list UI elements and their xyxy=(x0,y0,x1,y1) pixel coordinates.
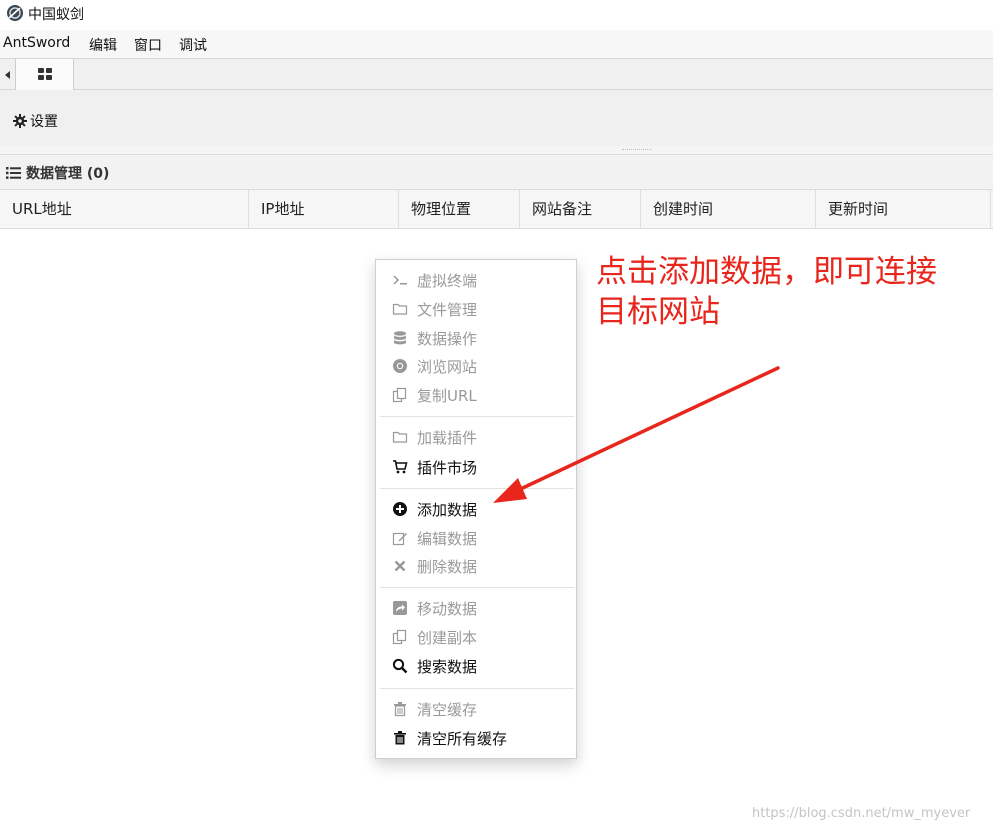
splitter-grip xyxy=(622,149,652,150)
search-icon xyxy=(392,658,408,674)
grid-header: URL地址 IP地址 物理位置 网站备注 创建时间 更新时间 xyxy=(0,190,993,229)
menu-item-move-data[interactable]: 移动数据 xyxy=(376,594,576,622)
gear-icon xyxy=(13,114,27,128)
menu-separator xyxy=(380,488,574,489)
plus-circle-icon xyxy=(393,502,407,516)
menu-edit[interactable]: 编辑 xyxy=(89,35,117,55)
menu-item-plugin-market[interactable]: 插件市场 xyxy=(376,453,576,481)
menu-item-search-data[interactable]: 搜索数据 xyxy=(376,652,576,680)
folder-icon xyxy=(392,431,408,443)
tab-scroll-left-button[interactable] xyxy=(0,59,16,90)
antsword-logo-icon xyxy=(7,5,23,21)
grid-icon xyxy=(38,68,52,80)
menu-separator xyxy=(380,416,574,417)
menu-item-edit-data[interactable]: 编辑数据 xyxy=(376,524,576,552)
menu-window[interactable]: 窗口 xyxy=(134,35,162,55)
settings-label: 设置 xyxy=(30,114,58,130)
column-location[interactable]: 物理位置 xyxy=(399,190,520,228)
settings-button[interactable]: 设置 xyxy=(13,112,58,130)
menu-item-terminal[interactable]: 虚拟终端 xyxy=(376,266,576,294)
folder-icon xyxy=(392,303,408,315)
terminal-icon xyxy=(393,275,407,285)
share-icon xyxy=(393,601,407,615)
menu-item-add-data[interactable]: 添加数据 xyxy=(376,495,576,523)
context-menu: 虚拟终端 文件管理 数据操作 浏览网站 复制URL 加载插件 插件市场 添加数据… xyxy=(375,259,577,759)
chrome-icon xyxy=(393,359,407,373)
trash-icon xyxy=(394,702,406,717)
tab-home[interactable] xyxy=(16,59,74,90)
copy-icon xyxy=(392,387,407,403)
column-ip[interactable]: IP地址 xyxy=(249,190,399,228)
menu-item-delete-data[interactable]: 删除数据 xyxy=(376,552,576,580)
menu-item-browse[interactable]: 浏览网站 xyxy=(376,352,576,380)
title-bar: 中国蚁剑 xyxy=(0,0,993,30)
window-title: 中国蚁剑 xyxy=(28,7,84,23)
column-created[interactable]: 创建时间 xyxy=(641,190,816,228)
menu-separator xyxy=(380,587,574,588)
menu-bar: AntSword 编辑 窗口 调试 xyxy=(0,30,993,58)
column-note[interactable]: 网站备注 xyxy=(520,190,641,228)
cart-icon xyxy=(393,460,408,474)
database-icon xyxy=(394,331,406,345)
watermark: https://blog.csdn.net/mw_myever xyxy=(752,806,971,821)
close-icon xyxy=(394,560,406,572)
menu-antsword[interactable]: AntSword xyxy=(3,35,70,51)
menu-item-copy-url[interactable]: 复制URL xyxy=(376,381,576,409)
annotation-text: 点击添加数据，即可连接目标网站 xyxy=(596,254,937,330)
list-icon xyxy=(6,167,21,179)
menu-item-clear-all-cache[interactable]: 清空所有缓存 xyxy=(376,724,576,752)
column-url[interactable]: URL地址 xyxy=(0,190,249,228)
panel-title: 数据管理 (0) xyxy=(26,166,110,182)
panel-splitter[interactable] xyxy=(0,146,993,154)
menu-item-clear-cache[interactable]: 清空缓存 xyxy=(376,695,576,723)
tab-bar xyxy=(0,58,993,90)
menu-separator xyxy=(380,688,574,689)
data-panel-header: 数据管理 (0) xyxy=(0,154,993,190)
toolbar: 设置 xyxy=(0,90,993,146)
trash-icon xyxy=(394,731,406,745)
edit-icon xyxy=(392,532,407,546)
menu-item-database[interactable]: 数据操作 xyxy=(376,324,576,352)
copy-icon xyxy=(392,629,407,645)
column-updated[interactable]: 更新时间 xyxy=(816,190,991,228)
menu-item-load-plugin[interactable]: 加载插件 xyxy=(376,423,576,451)
menu-item-file-manager[interactable]: 文件管理 xyxy=(376,295,576,323)
menu-debug[interactable]: 调试 xyxy=(179,35,207,55)
menu-item-duplicate[interactable]: 创建副本 xyxy=(376,623,576,651)
